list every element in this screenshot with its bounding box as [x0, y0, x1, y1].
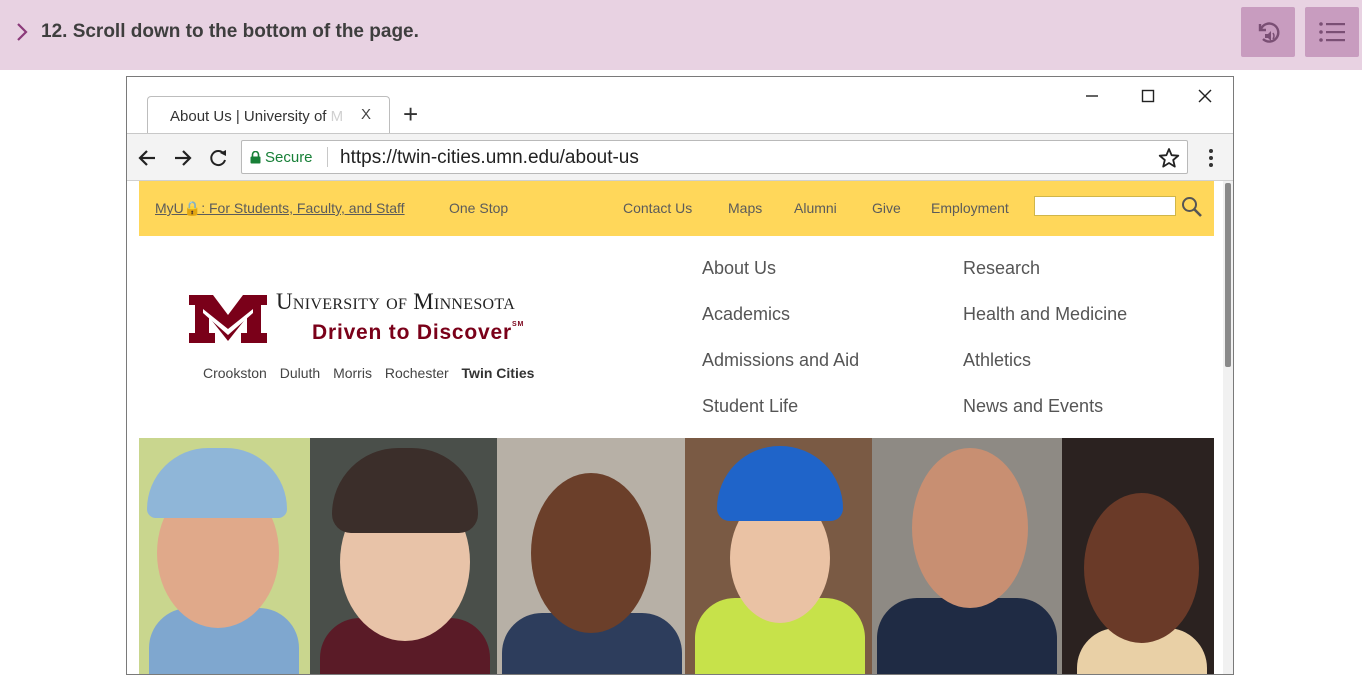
umn-wordmark: University of Minnesota — [276, 289, 516, 314]
campus-crookston: Crookston — [203, 365, 267, 381]
browser-toolbar: Secure https://twin-cities.umn.edu/about… — [127, 134, 1233, 181]
browser-window: About Us | University of M X + Secure ht… — [126, 76, 1234, 675]
nav-athletics[interactable]: Athletics — [963, 350, 1031, 371]
url-text[interactable]: https://twin-cities.umn.edu/about-us — [340, 147, 639, 169]
umn-tagline: Driven to DiscoverSM — [312, 321, 525, 344]
scrollbar-thumb[interactable] — [1225, 183, 1231, 367]
campus-duluth: Duluth — [279, 365, 321, 381]
vertical-scrollbar[interactable] — [1223, 181, 1233, 674]
one-stop-link[interactable]: One Stop — [449, 200, 508, 216]
address-divider — [327, 147, 328, 167]
nav-student-life[interactable]: Student Life — [702, 396, 798, 417]
reload-icon — [210, 150, 226, 167]
umn-utility-bar: MyU🔒: For Students, Faculty, and Staff O… — [139, 181, 1214, 236]
arrow-left-icon — [138, 150, 155, 166]
back-button[interactable] — [135, 146, 159, 170]
close-icon — [1198, 89, 1212, 103]
campus-list: Crookston Duluth Morris Rochester Twin C… — [203, 365, 543, 381]
maps-link[interactable]: Maps — [728, 200, 762, 216]
tab-strip: About Us | University of M X + — [127, 77, 1233, 134]
tutorial-step-bar: 12. Scroll down to the bottom of the pag… — [0, 0, 1362, 70]
employment-link[interactable]: Employment — [931, 200, 1009, 216]
photo-woman — [310, 438, 497, 674]
nav-admissions-and-aid[interactable]: Admissions and Aid — [702, 350, 859, 371]
nav-academics[interactable]: Academics — [702, 304, 790, 325]
minimize-button[interactable] — [1077, 85, 1107, 107]
replay-audio-button[interactable] — [1241, 7, 1295, 57]
secure-label: Secure — [265, 149, 313, 166]
site-search-input[interactable] — [1034, 196, 1176, 216]
reload-button[interactable] — [206, 146, 230, 170]
steps-menu-button[interactable] — [1305, 7, 1359, 57]
address-bar[interactable]: Secure https://twin-cities.umn.edu/about… — [241, 140, 1188, 174]
bookmark-star-icon[interactable] — [1158, 147, 1180, 169]
search-icon[interactable] — [1181, 196, 1203, 218]
close-window-button[interactable] — [1190, 85, 1220, 107]
photo-older-man — [872, 438, 1062, 674]
hero-photo-banner — [139, 438, 1214, 674]
photo-smiling-woman — [1062, 438, 1214, 674]
list-icon — [1319, 22, 1345, 42]
minimize-icon — [1086, 95, 1098, 97]
page-viewport[interactable]: MyU🔒: For Students, Faculty, and Staff O… — [127, 181, 1233, 674]
replay-audio-icon — [1258, 22, 1280, 43]
umn-block-m-logo — [189, 295, 267, 343]
nav-research[interactable]: Research — [963, 258, 1040, 279]
campus-rochester: Rochester — [384, 365, 449, 381]
campus-morris: Morris — [333, 365, 372, 381]
arrow-right-icon — [175, 150, 192, 166]
lock-icon — [250, 151, 261, 164]
photo-surgeon — [139, 438, 310, 674]
chevron-right-icon[interactable] — [14, 22, 30, 42]
give-link[interactable]: Give — [872, 200, 901, 216]
photo-man-suit — [497, 438, 685, 674]
maximize-icon — [1141, 89, 1155, 103]
tab-title: About Us | University of M — [170, 108, 342, 125]
maximize-button[interactable] — [1133, 85, 1163, 107]
secure-indicator[interactable]: Secure — [250, 149, 313, 166]
browser-tab[interactable]: About Us | University of M X — [147, 96, 390, 134]
contact-us-link[interactable]: Contact Us — [623, 200, 692, 216]
nav-news-and-events[interactable]: News and Events — [963, 396, 1103, 417]
forward-button[interactable] — [171, 146, 195, 170]
tab-close-button[interactable]: X — [361, 106, 371, 123]
more-vertical-icon — [1209, 149, 1213, 167]
myu-link[interactable]: MyU🔒: For Students, Faculty, and Staff — [155, 200, 405, 217]
nav-about-us[interactable]: About Us — [702, 258, 776, 279]
new-tab-button[interactable]: + — [403, 101, 418, 127]
nav-health-and-medicine[interactable]: Health and Medicine — [963, 304, 1127, 325]
campus-twin-cities: Twin Cities — [461, 365, 535, 381]
photo-engineer — [685, 438, 872, 674]
step-instruction: 12. Scroll down to the bottom of the pag… — [41, 21, 419, 42]
browser-menu-button[interactable] — [1199, 148, 1223, 168]
alumni-link[interactable]: Alumni — [794, 200, 837, 216]
